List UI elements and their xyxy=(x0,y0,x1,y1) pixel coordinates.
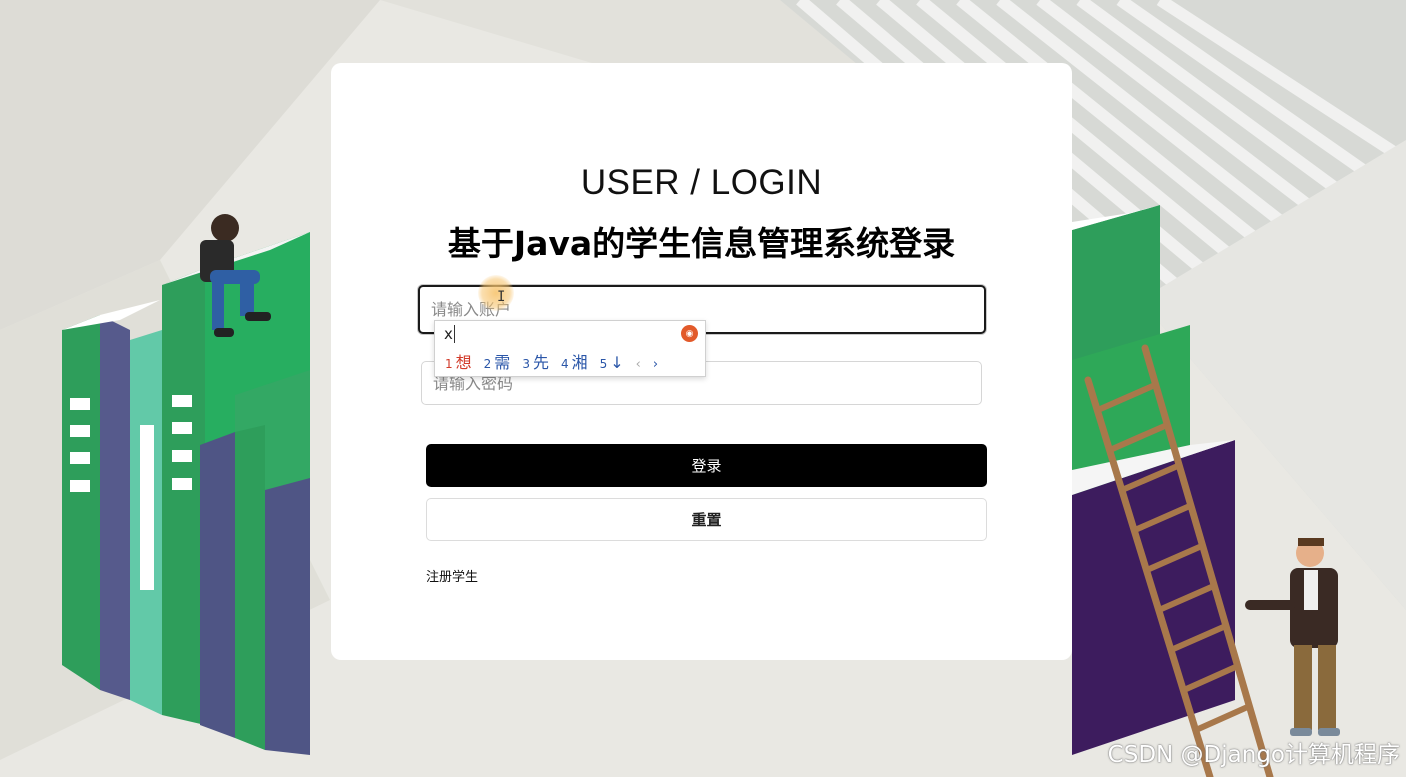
login-card: USER / LOGIN 基于Java的学生信息管理系统登录 登录 重置 注册学… xyxy=(331,63,1072,660)
watermark-text: CSDN @Django计算机程序 xyxy=(1107,742,1400,768)
page-title: USER / LOGIN xyxy=(580,163,823,202)
ime-candidate[interactable]: 4湘 xyxy=(561,349,588,373)
reset-button[interactable]: 重置 xyxy=(426,498,987,541)
register-student-link[interactable]: 注册学生 xyxy=(426,566,478,585)
system-title: 基于Java的学生信息管理系统登录 xyxy=(447,224,956,263)
ime-candidate[interactable]: 5 ↓ xyxy=(600,353,624,372)
ime-candidate[interactable]: 1想 xyxy=(445,349,472,373)
ime-prev-page-icon[interactable]: ‹ xyxy=(636,357,641,372)
login-button-label: 登录 xyxy=(691,457,722,475)
ime-candidate[interactable]: 2需 xyxy=(484,349,511,373)
mouse-cursor-highlight xyxy=(478,275,514,311)
ime-logo-icon: ◉ xyxy=(681,325,698,342)
ime-next-page-icon[interactable]: › xyxy=(653,357,658,372)
ime-composition: x xyxy=(444,325,455,343)
reset-button-label: 重置 xyxy=(691,511,722,529)
text-cursor-icon: I xyxy=(497,289,506,305)
login-button[interactable]: 登录 xyxy=(426,444,987,487)
ime-candidate[interactable]: 3先 xyxy=(522,349,549,373)
ime-candidate-popup: x ◉ 1想 2需 3先 4湘 5 ↓ ‹ › xyxy=(434,320,706,377)
